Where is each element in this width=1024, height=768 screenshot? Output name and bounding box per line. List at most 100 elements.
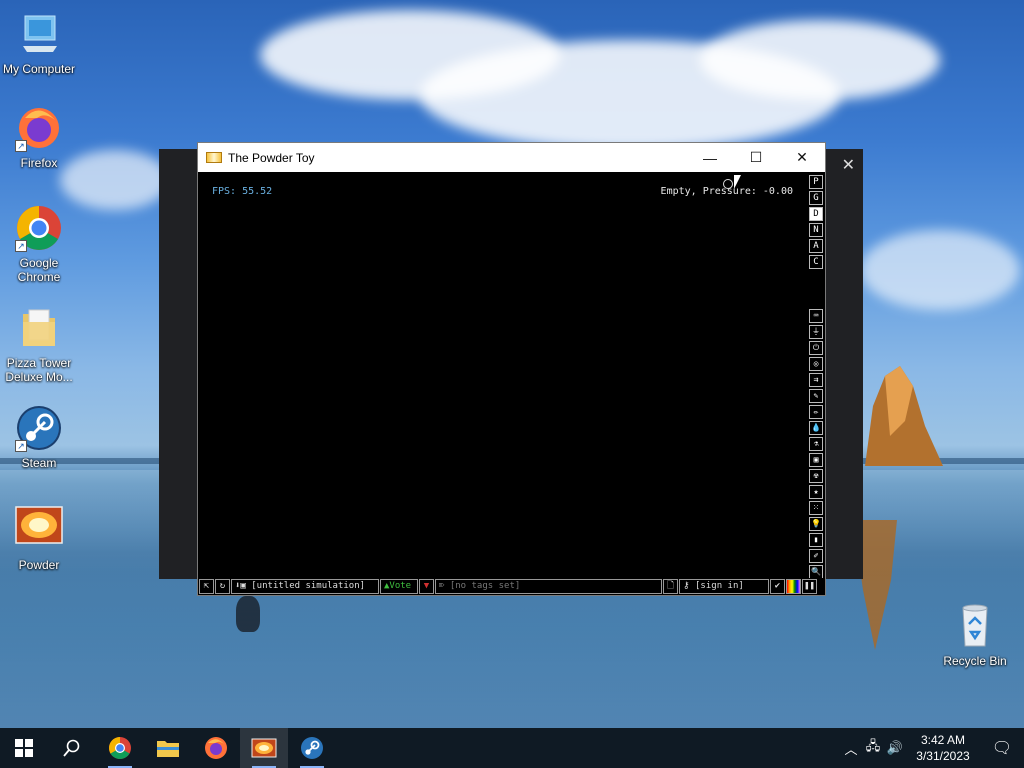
minimize-button[interactable]: — [687,143,733,172]
simulation-canvas[interactable]: FPS: 55.52 Empty, Pressure: -0.00 PGDNAC… [198,172,825,595]
windows-logo-icon [15,739,33,757]
desktop-icon-recycle-bin[interactable]: Recycle Bin [936,602,1014,668]
system-tray: ︿ 🖧 🔊 3:42 AM 3/31/2023 🗨 [840,728,1024,768]
desktop-icon-chrome[interactable]: ↗ Google Chrome [0,204,78,284]
tool-category-button[interactable]: ⁙ [809,501,823,515]
desktop-icon-pizza-tower-folder[interactable]: Pizza Tower Deluxe Mo... [0,304,78,384]
clock-time: 3:42 AM [920,733,966,747]
desktop-icon-powder[interactable]: Powder [0,506,78,572]
start-button[interactable] [0,728,48,768]
pause-button[interactable]: ❚❚ [802,579,817,594]
desktop-icon-label: Powder [18,558,60,572]
tool-category-button[interactable]: ⚗ [809,437,823,451]
search-button[interactable] [48,728,96,768]
wallpaper-person [236,596,260,632]
shortcut-arrow-icon: ↗ [15,240,27,252]
render-mode-button[interactable]: D [809,207,823,221]
render-mode-button[interactable]: A [809,239,823,253]
vote-label: Vote [389,581,412,591]
tags-label: [no tags set] [449,581,521,591]
desktop-icon-label: Recycle Bin [943,654,1007,668]
file-explorer-icon [157,741,179,757]
desktop-icon-label: Pizza Tower Deluxe Mo... [5,356,73,384]
tool-category-button[interactable]: ★ [809,485,823,499]
tool-category-button[interactable]: ▮ [809,533,823,547]
vote-down-button[interactable]: ▼ [419,579,434,594]
my-computer-icon [15,10,63,58]
new-page-icon: 🗋 [666,581,675,591]
fps-readout: FPS: 55.52 [212,186,273,197]
desktop-icon-label: My Computer [2,62,76,76]
render-mode-button[interactable]: P [809,175,823,189]
firefox-icon: ↗ [15,104,63,152]
show-hidden-icons-icon[interactable]: ︿ [840,739,862,758]
tool-category-button[interactable]: ✐ [809,549,823,563]
tool-category-button[interactable]: ⏻ [809,341,823,355]
desktop-icon-steam[interactable]: ↗ Steam [0,404,78,470]
tool-category-button[interactable]: ▣ [809,453,823,467]
tool-category-button[interactable]: ✏ [809,405,823,419]
tool-category-button[interactable]: 💡 [809,517,823,531]
tool-category-button[interactable]: ✎ [809,389,823,403]
display-mode-button[interactable] [786,579,801,594]
tool-category-button[interactable]: ⇉ [809,373,823,387]
key-icon: ⚷ [683,581,696,591]
tool-category-column: ⌨ ⏚ ⏻ ◎ ⇉ ✎ ✏ 💧 ⚗ ▣ ☢ ★ ⁙ 💡 ▮ ✐ 🔍 [809,309,823,579]
taskbar-chrome[interactable] [96,728,144,768]
window-titlebar[interactable]: The Powder Toy — ☐ ✕ [198,143,825,172]
powder-icon [251,738,277,758]
desktop-icon-label: Google Chrome [17,256,61,284]
tool-category-button[interactable]: ⌨ [809,309,823,323]
steam-icon [301,737,323,759]
settings-button[interactable]: ✔ [770,579,785,594]
chrome-icon [109,737,131,759]
checkmark-icon: ✔ [774,581,781,591]
taskbar-firefox[interactable] [192,728,240,768]
bottom-toolbar: ⇱ ↻ ⬇▣ [untitled simulation] ▲Vote ▼ ⌦ [… [198,578,825,595]
chrome-icon: ↗ [15,204,63,252]
desktop-icon-my-computer[interactable]: My Computer [0,10,78,76]
wallpaper-cloud [700,20,940,100]
new-simulation-button[interactable]: 🗋 [663,579,678,594]
vote-up-button[interactable]: ▲Vote [380,579,418,594]
window-title: The Powder Toy [228,150,315,165]
save-simulation-button[interactable]: ⬇▣ [untitled simulation] [231,579,379,594]
desktop-icon-firefox[interactable]: ↗ Firefox [0,104,78,170]
volume-icon[interactable]: 🔊 [884,740,906,756]
tool-category-button[interactable]: 💧 [809,421,823,435]
tool-category-button[interactable]: 🔍 [809,565,823,579]
tool-category-button[interactable]: ◎ [809,357,823,371]
tags-button[interactable]: ⌦ [no tags set] [435,579,662,594]
shortcut-arrow-icon: ↗ [15,140,27,152]
recycle-bin-icon [951,602,999,650]
save-icon: ⬇▣ [235,581,252,591]
render-mode-button[interactable]: N [809,223,823,237]
wallpaper-rock [865,366,943,466]
clock[interactable]: 3:42 AM 3/31/2023 [906,732,980,764]
tag-icon: ⌦ [439,581,450,591]
taskbar-file-explorer[interactable] [144,728,192,768]
search-icon [63,739,80,757]
open-save-button[interactable]: ⇱ [199,579,214,594]
brush-cursor [723,179,733,189]
reload-button[interactable]: ↻ [215,579,230,594]
backdrop-close-icon[interactable]: ✕ [842,155,855,175]
maximize-button[interactable]: ☐ [733,143,779,172]
powder-app-icon [206,152,222,163]
render-mode-button[interactable]: C [809,255,823,269]
save-name-label: [untitled simulation] [251,581,366,591]
powder-icon [15,506,63,554]
close-button[interactable]: ✕ [779,143,825,172]
taskbar-steam[interactable] [288,728,336,768]
desktop-icon-label: Firefox [20,156,58,170]
powder-toy-window: The Powder Toy — ☐ ✕ FPS: 55.52 Empty, P… [197,142,826,596]
network-icon[interactable]: 🖧 [862,737,884,759]
sign-in-label: [sign in] [695,581,744,591]
render-mode-button[interactable]: G [809,191,823,205]
tool-category-button[interactable]: ☢ [809,469,823,483]
notification-center-icon[interactable]: 🗨 [980,738,1024,758]
taskbar-powder[interactable] [240,728,288,768]
tool-category-button[interactable]: ⏚ [809,325,823,339]
desktop-icon-label: Steam [21,456,57,470]
sign-in-button[interactable]: ⚷ [sign in] [679,579,769,594]
